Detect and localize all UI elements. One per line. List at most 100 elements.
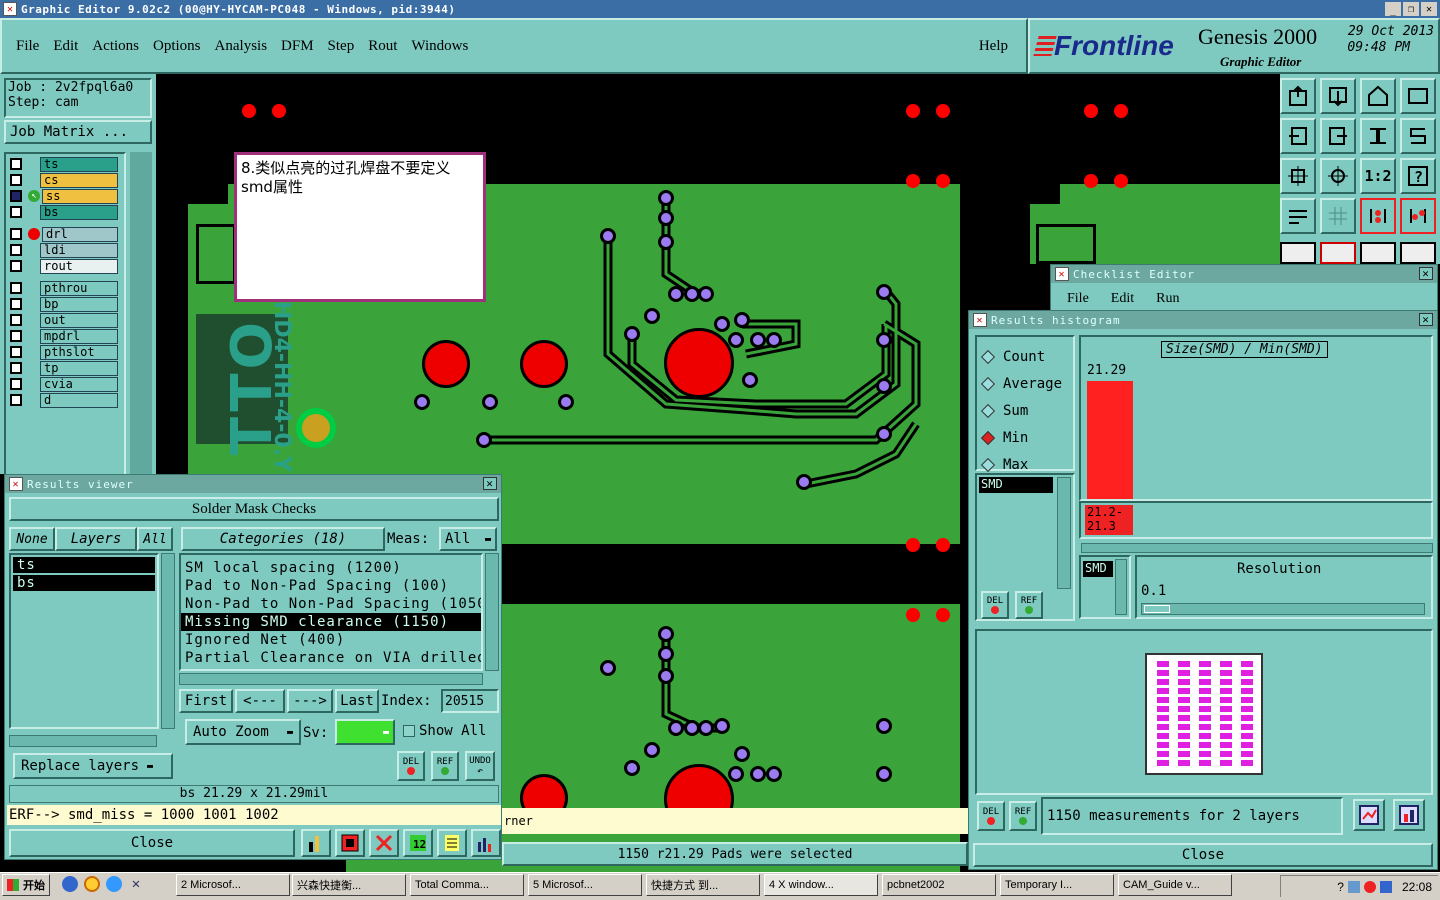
category-item[interactable]: Ignored Net (400) [181, 631, 481, 649]
menu-step[interactable]: Step [328, 38, 355, 55]
menu-options[interactable]: Options [153, 38, 201, 55]
radio-icon[interactable] [980, 376, 996, 391]
tray-help-icon[interactable]: ? [1337, 880, 1344, 894]
layer-checkbox[interactable] [10, 378, 22, 390]
layer-row-rout[interactable]: rout [6, 258, 124, 274]
menu-actions[interactable]: Actions [92, 38, 139, 55]
layer-name[interactable]: ss [42, 188, 118, 204]
menu-windows[interactable]: Windows [411, 38, 468, 55]
layer-row-cs[interactable]: cs [6, 172, 124, 188]
menu-rout[interactable]: Rout [368, 38, 397, 55]
radio-icon[interactable] [980, 349, 996, 364]
menu-file[interactable]: File [16, 38, 39, 55]
one-to-two-icon[interactable]: 1:2 [1360, 158, 1396, 194]
next-button[interactable]: ---> [287, 689, 333, 713]
layer-name[interactable]: drl [42, 226, 118, 242]
category-item[interactable]: Partial Clearance on VIA drilled [181, 649, 481, 667]
menu-dfm[interactable]: DFM [281, 38, 314, 55]
restore-button[interactable]: ❐ [1403, 2, 1419, 16]
close-window-button[interactable]: ✕ [1421, 2, 1437, 16]
ref-button[interactable]: REF [431, 751, 459, 781]
resolution-slider[interactable] [1141, 603, 1425, 615]
layer-name[interactable]: ldi [40, 242, 118, 258]
category-item-selected[interactable]: Missing SMD clearance (1150) [181, 613, 481, 631]
layer-checkbox[interactable] [10, 260, 22, 272]
layer-name[interactable]: pthrou [40, 280, 118, 296]
minimize-button[interactable]: _ [1385, 2, 1401, 16]
ie-icon[interactable] [62, 876, 78, 892]
taskbar-item-active[interactable]: 4 X window... [764, 874, 878, 896]
checklist-menu-file[interactable]: File [1067, 291, 1089, 307]
ref-button[interactable]: REF [1015, 591, 1043, 619]
layer-name[interactable]: d [40, 392, 118, 408]
prev-button[interactable]: <--- [235, 689, 285, 713]
taskbar-item[interactable]: pcbnet2002 [882, 874, 996, 896]
x-app-icon[interactable]: ✕ [128, 876, 144, 892]
nets-icon[interactable] [1360, 198, 1396, 234]
layer-checkbox[interactable] [10, 346, 22, 358]
layer-name[interactable]: ts [40, 156, 118, 172]
all-layers-button[interactable]: All [137, 527, 173, 551]
layer-list-vscroll[interactable] [161, 553, 175, 729]
pan-right-icon[interactable] [1320, 118, 1356, 154]
taskbar-item[interactable]: CAM_Guide v... [1118, 874, 1232, 896]
del-button[interactable]: DEL [397, 751, 425, 781]
layer-name[interactable]: tp [40, 360, 118, 376]
chart-icon-button[interactable] [1353, 799, 1385, 831]
option-sum[interactable]: Sum [980, 397, 1073, 424]
radio-icon[interactable] [980, 457, 996, 472]
layer-row-pthslot[interactable]: pthslot [6, 344, 124, 360]
layer-checkbox[interactable] [10, 314, 22, 326]
categories-vscroll[interactable] [485, 553, 499, 671]
layer-name[interactable]: mpdrl [40, 328, 118, 344]
bar-icon-button[interactable] [301, 829, 331, 857]
last-button[interactable]: Last [335, 689, 379, 713]
taskbar-item[interactable]: 5 Microsof... [528, 874, 642, 896]
components-icon[interactable] [1400, 198, 1436, 234]
taskbar-item[interactable]: Temporary I... [1000, 874, 1114, 896]
layer-checkbox[interactable] [10, 362, 22, 374]
export-icon-button[interactable] [1393, 799, 1425, 831]
pan-left-icon[interactable] [1280, 118, 1316, 154]
show-all-checkbox[interactable]: Show All [403, 723, 486, 739]
menu-analysis[interactable]: Analysis [215, 38, 268, 55]
category-item[interactable]: Pad to Non-Pad Spacing (100) [181, 577, 481, 595]
list-scrollbar[interactable] [1057, 477, 1071, 589]
layer-name[interactable]: cvia [40, 376, 118, 392]
layer-name[interactable]: out [40, 312, 118, 328]
zoom-fit-icon[interactable] [1360, 118, 1396, 154]
histogram-icon-button[interactable] [471, 829, 501, 857]
taskbar-item[interactable]: 兴森快捷衡... [292, 874, 406, 896]
ref-button[interactable]: REF [1009, 801, 1037, 831]
taskbar-item[interactable]: 快捷方式 到... [646, 874, 760, 896]
histogram-close-button[interactable]: Close [973, 843, 1433, 867]
snap-icon[interactable] [1400, 118, 1436, 154]
close-icon[interactable]: ✕ [1419, 267, 1433, 280]
tray-app-icon[interactable] [1363, 880, 1376, 893]
job-matrix-button[interactable]: Job Matrix ... [4, 120, 152, 144]
layer-checkbox[interactable] [10, 330, 22, 342]
histogram-hscroll[interactable] [1081, 543, 1433, 553]
checklist-menu-edit[interactable]: Edit [1111, 291, 1134, 307]
taskbar-item[interactable]: 2 Microsof... [176, 874, 290, 896]
close-icon[interactable]: ✕ [1419, 313, 1433, 326]
layer-checkbox[interactable] [10, 244, 22, 256]
tray-network-icon[interactable] [1347, 880, 1360, 893]
settings-icon[interactable] [1280, 198, 1316, 234]
help-icon[interactable]: ? [1400, 158, 1436, 194]
layer-row-bs[interactable]: bs [6, 204, 124, 220]
menu-edit[interactable]: Edit [53, 38, 78, 55]
radio-icon[interactable] [980, 403, 996, 418]
layer-row-d[interactable]: d [6, 392, 124, 408]
layer-name[interactable]: cs [40, 172, 118, 188]
layer-name[interactable]: pthslot [40, 344, 118, 360]
zoom-home-icon[interactable] [1280, 78, 1316, 114]
layer-row-mpdrl[interactable]: mpdrl [6, 328, 124, 344]
layer-row-drl[interactable]: drl [6, 226, 124, 242]
layer-row-ts[interactable]: ts [6, 156, 124, 172]
layer-row-ss[interactable]: ↖ ss [6, 188, 124, 204]
tray-volume-icon[interactable] [1379, 880, 1392, 893]
layer-row-cvia[interactable]: cvia [6, 376, 124, 392]
layer-name[interactable]: bp [40, 296, 118, 312]
layer-row-out[interactable]: out [6, 312, 124, 328]
